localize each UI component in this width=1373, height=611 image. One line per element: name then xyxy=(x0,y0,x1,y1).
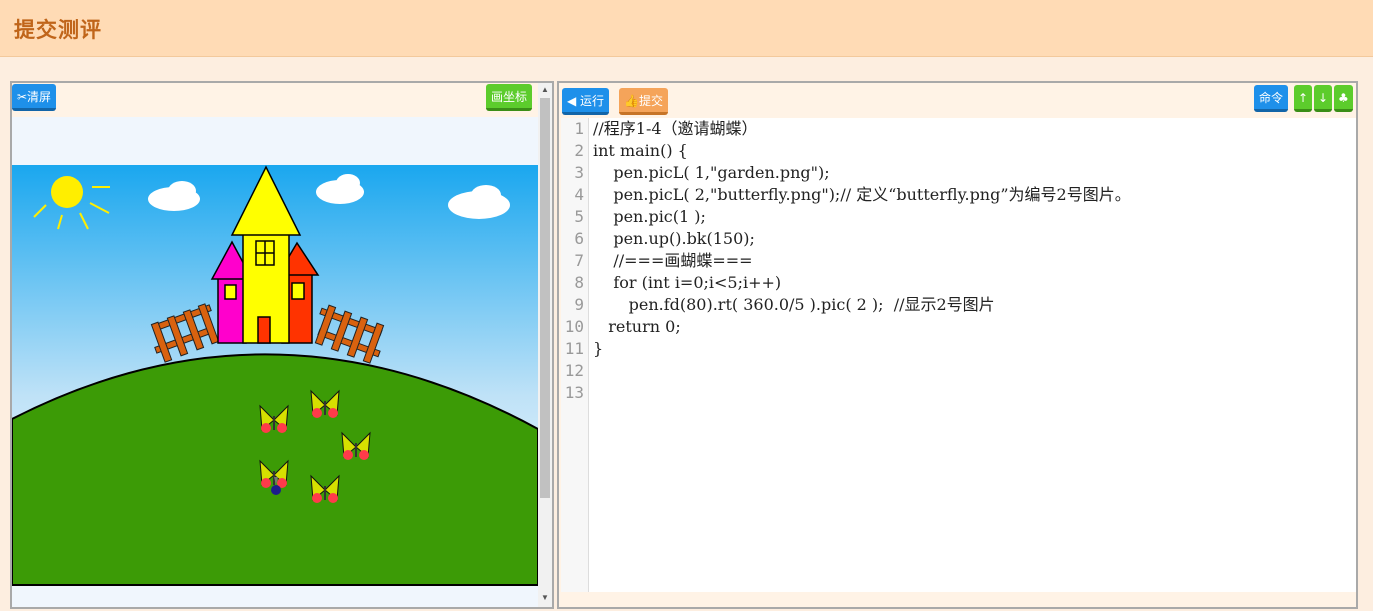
move-down-button[interactable]: ↓ xyxy=(1314,85,1333,112)
line-number: 8 xyxy=(574,273,584,292)
drawing-canvas[interactable] xyxy=(12,117,540,607)
line-number: 13 xyxy=(564,383,584,402)
canvas-toolbar: ✂清屏 画坐标 xyxy=(12,83,540,117)
code-line: //程序1-4（邀请蝴蝶） xyxy=(593,119,758,138)
command-button[interactable]: 命令 xyxy=(1254,85,1289,112)
code-line: pen.up().bk(150); xyxy=(593,229,755,248)
canvas-scrollbar[interactable]: ▲ ▼ xyxy=(538,83,552,607)
code-line: //===画蝴蝶=== xyxy=(593,251,753,270)
code-editor[interactable]: 1 2 3 4 5 6 7 8 9 10 11 12 13 //程序1-4（邀请… xyxy=(561,118,1356,592)
line-number: 11 xyxy=(564,339,584,358)
move-up-button[interactable]: ↑ xyxy=(1294,85,1313,112)
line-number: 10 xyxy=(564,317,584,336)
garden-scene xyxy=(12,165,539,586)
line-number: 6 xyxy=(574,229,584,248)
line-number: 1 xyxy=(574,119,584,138)
submit-button[interactable]: 👍提交 xyxy=(619,88,668,115)
scroll-thumb[interactable] xyxy=(540,98,550,498)
draw-grid-button[interactable]: 画坐标 xyxy=(486,84,533,111)
line-number: 9 xyxy=(574,295,584,314)
scroll-down-arrow-icon[interactable]: ▼ xyxy=(540,593,550,605)
code-line: for (int i=0;i<5;i++) xyxy=(593,273,782,292)
code-line: return 0; xyxy=(593,317,681,336)
code-line: pen.pic(1 ); xyxy=(593,207,706,226)
editor-panel: ◀ 运行 👍提交 命令 ↑ ↓ ♣ 1 2 3 4 5 6 7 8 9 10 1… xyxy=(557,81,1358,609)
code-line: pen.picL( 1,"garden.png"); xyxy=(593,163,830,182)
line-number: 3 xyxy=(574,163,584,182)
line-number: 12 xyxy=(564,361,584,380)
code-text[interactable]: //程序1-4（邀请蝴蝶） int main() { pen.picL( 1,"… xyxy=(593,118,1131,404)
code-line: pen.picL( 2,"butterfly.png");// 定义“butte… xyxy=(593,185,1131,204)
clear-screen-button[interactable]: ✂清屏 xyxy=(12,84,57,111)
scroll-up-arrow-icon[interactable]: ▲ xyxy=(540,85,550,97)
code-line: } xyxy=(593,339,604,358)
run-button[interactable]: ◀ 运行 xyxy=(562,88,610,115)
code-line: pen.fd(80).rt( 360.0/5 ).pic( 2 ); //显示2… xyxy=(593,295,995,314)
page-title: 提交测评 xyxy=(14,18,102,42)
line-number: 7 xyxy=(574,251,584,270)
line-number: 5 xyxy=(574,207,584,226)
club-button[interactable]: ♣ xyxy=(1334,85,1353,112)
line-number: 4 xyxy=(574,185,584,204)
code-line: int main() { xyxy=(593,141,688,160)
line-number: 2 xyxy=(574,141,584,160)
line-number-gutter: 1 2 3 4 5 6 7 8 9 10 11 12 13 xyxy=(561,118,589,592)
canvas-panel: ✂清屏 画坐标 ▲ ▼ xyxy=(10,81,554,609)
header-bar: 提交测评 xyxy=(0,0,1373,57)
